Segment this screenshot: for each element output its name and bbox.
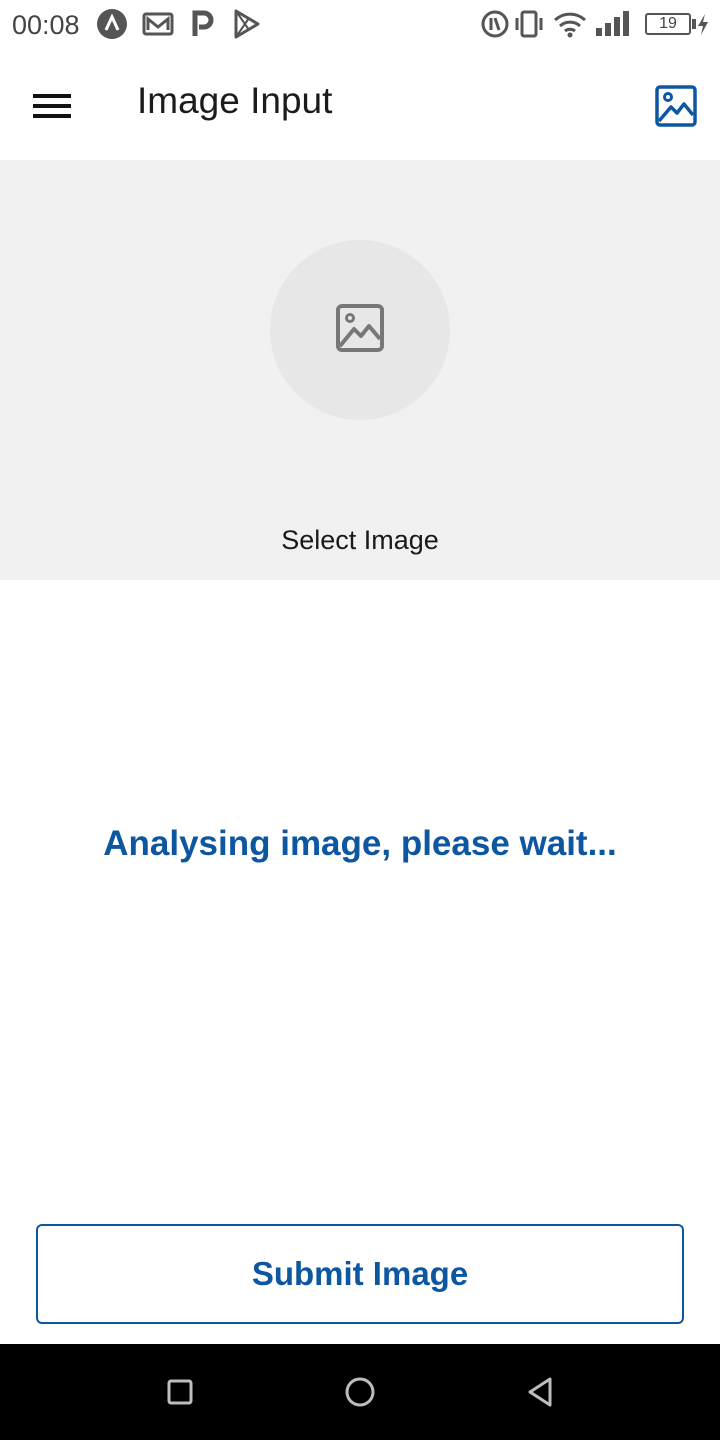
submit-image-button[interactable]: Submit Image <box>36 1224 684 1324</box>
page-title: Image Input <box>137 80 333 121</box>
battery-icon: 19 <box>645 8 696 40</box>
image-placeholder[interactable] <box>270 240 450 420</box>
image-gallery-icon[interactable] <box>646 78 706 134</box>
data-saver-icon <box>478 8 512 40</box>
image-picker[interactable]: Select Image <box>0 160 720 580</box>
status-bar: 00:08 19 <box>0 0 720 50</box>
signal-icon <box>594 8 634 40</box>
play-store-icon <box>230 8 262 40</box>
select-image-label: Select Image <box>281 525 439 555</box>
battery-level: 19 <box>659 15 677 32</box>
back-icon[interactable] <box>520 1372 560 1412</box>
charging-icon <box>696 8 710 40</box>
vibrate-icon <box>512 8 546 40</box>
p-app-icon <box>186 8 218 40</box>
image-placeholder-icon <box>335 303 385 358</box>
recent-apps-icon[interactable] <box>160 1372 200 1412</box>
hamburger-menu-icon[interactable] <box>20 80 84 132</box>
app-bar: Image Input <box>0 50 720 160</box>
app-a-icon <box>96 8 128 40</box>
analysing-status-text: Analysing image, please wait... <box>103 824 617 863</box>
status-time: 00:08 <box>12 10 80 40</box>
mail-icon <box>142 8 174 40</box>
home-icon[interactable] <box>340 1372 380 1412</box>
wifi-icon <box>552 8 588 40</box>
system-nav-bar <box>0 1344 720 1440</box>
